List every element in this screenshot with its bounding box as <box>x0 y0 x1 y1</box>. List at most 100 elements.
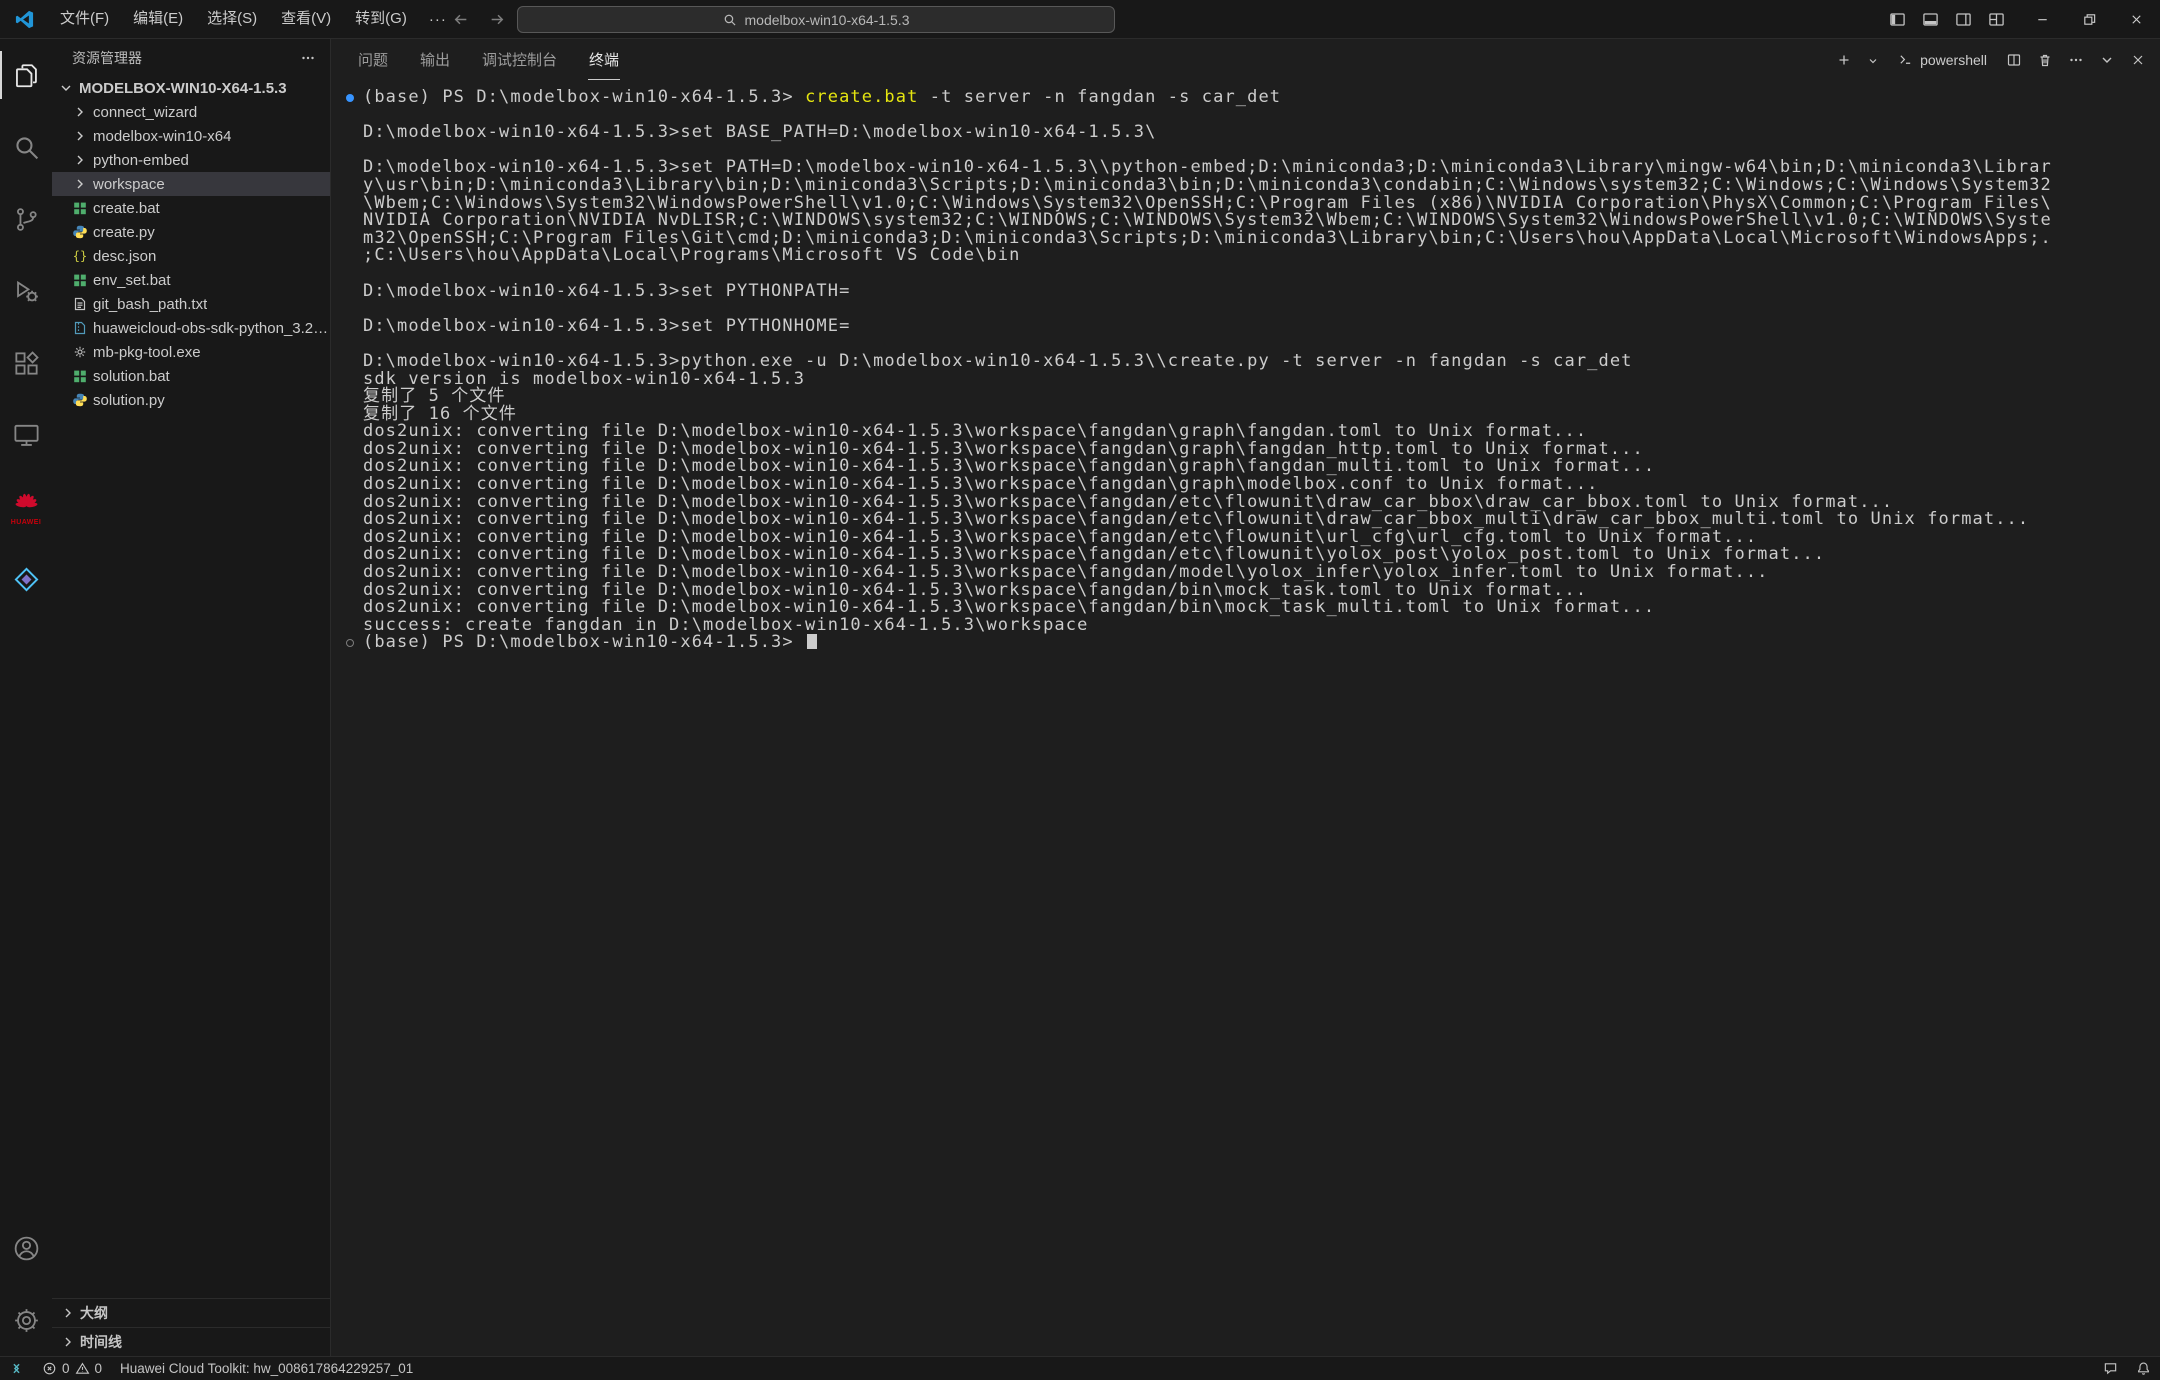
terminal-line: D:\modelbox-win10-x64-1.5.3>set BASE_PAT… <box>339 124 2148 142</box>
tree-item-modelbox-win10-x64[interactable]: modelbox-win10-x64 <box>52 124 330 148</box>
menu-go[interactable]: 转到(G) <box>343 5 419 33</box>
file-json-icon: {} <box>72 248 88 264</box>
sidebar-section-label: 时间线 <box>80 1332 122 1352</box>
activitybar-files[interactable] <box>0 39 52 111</box>
workbench: HUAWEI 资源管理器 MODELBOX-WIN10-X64-1.5.3con… <box>0 39 2160 1356</box>
tree-item-mb-pkg-tool-exe[interactable]: mb-pkg-tool.exe <box>52 340 330 364</box>
terminal-profile-dropdown-icon[interactable] <box>1867 54 1879 66</box>
new-terminal-icon[interactable] <box>1836 52 1852 68</box>
command-center-search[interactable]: modelbox-win10-x64-1.5.3 <box>517 6 1115 33</box>
activitybar-remote-explorer[interactable] <box>0 399 52 471</box>
tree-item-create-bat[interactable]: create.bat <box>52 196 330 220</box>
menu-view[interactable]: 查看(V) <box>269 5 343 33</box>
tree-item-workspace[interactable]: workspace <box>52 172 330 196</box>
menu-file[interactable]: 文件(F) <box>48 5 121 33</box>
tree-item-env-set-bat[interactable]: env_set.bat <box>52 268 330 292</box>
activitybar-account[interactable] <box>0 1212 52 1284</box>
toggle-primary-sidebar-icon[interactable] <box>1889 11 1906 28</box>
close-panel-icon[interactable] <box>2130 52 2146 68</box>
chevron-right-icon <box>60 1305 76 1321</box>
split-terminal-icon[interactable] <box>2006 52 2022 68</box>
tree-item-desc-json[interactable]: {}desc.json <box>52 244 330 268</box>
tree-item-connect-wizard[interactable]: connect_wizard <box>52 100 330 124</box>
sidebar-section-timeline[interactable]: 时间线 <box>52 1327 330 1356</box>
tree-item-label: create.bat <box>93 200 160 217</box>
tree-item-huaweicloud-obs-sdk-python-3-22-2[interactable]: huaweicloud-obs-sdk-python_3.22.2... <box>52 316 330 340</box>
extensions-icon <box>12 349 41 378</box>
file-tree: MODELBOX-WIN10-X64-1.5.3connect_wizardmo… <box>52 76 330 412</box>
terminal-line: D:\modelbox-win10-x64-1.5.3>set PYTHONHO… <box>339 318 2148 336</box>
terminal-tab-powershell[interactable]: powershell <box>1894 52 1991 68</box>
panel-header: 问题输出调试控制台终端 powershell <box>331 39 2160 80</box>
sidebar-bottom-sections: 大纲时间线 <box>52 1298 330 1356</box>
remote-indicator[interactable] <box>0 1357 33 1380</box>
tree-root[interactable]: MODELBOX-WIN10-X64-1.5.3 <box>52 76 330 100</box>
tree-item-create-py[interactable]: create.py <box>52 220 330 244</box>
panel-tabs: 问题输出调试控制台终端 <box>357 39 620 80</box>
tree-item-label: solution.bat <box>93 368 170 385</box>
sidebar-title: 资源管理器 <box>72 48 142 68</box>
tree-item-label: python-embed <box>93 152 189 169</box>
toggle-panel-icon[interactable] <box>1922 11 1939 28</box>
command-decoration-filled[interactable] <box>346 94 354 102</box>
warning-count: 0 <box>95 1361 103 1376</box>
tree-item-git-bash-path-txt[interactable]: git_bash_path.txt <box>52 292 330 316</box>
feedback-status[interactable] <box>2094 1357 2127 1380</box>
tree-item-label: git_bash_path.txt <box>93 296 207 313</box>
settings-gear-icon <box>12 1306 41 1335</box>
command-center-text: modelbox-win10-x64-1.5.3 <box>745 12 910 28</box>
minimize-button[interactable] <box>2019 0 2066 39</box>
activitybar-source-control[interactable] <box>0 183 52 255</box>
sidebar-header: 资源管理器 <box>52 39 330 76</box>
terminal-line: sdk version is modelbox-win10-x64-1.5.3 <box>339 371 2148 389</box>
history-navigation <box>452 0 506 39</box>
error-count: 0 <box>62 1361 70 1376</box>
feedback-icon <box>2103 1361 2118 1376</box>
activitybar-huawei-cloud-toolkit[interactable] <box>0 543 52 615</box>
run-debug-icon <box>12 277 41 306</box>
terminal-text: D:\modelbox-win10-x64-1.5.3>set BASE_PAT… <box>363 122 1156 142</box>
file-txt-icon <box>72 296 88 312</box>
tree-item-solution-bat[interactable]: solution.bat <box>52 364 330 388</box>
panel-more-actions-icon[interactable] <box>2068 52 2084 68</box>
tree-item-solution-py[interactable]: solution.py <box>52 388 330 412</box>
menu-edit[interactable]: 编辑(E) <box>121 5 195 33</box>
menu-bar: 文件(F)编辑(E)选择(S)查看(V)转到(G) <box>48 0 419 38</box>
customize-layout-icon[interactable] <box>1988 11 2005 28</box>
vscode-window: 文件(F)编辑(E)选择(S)查看(V)转到(G) ··· modelbox-w… <box>0 0 2160 1380</box>
activitybar-run-debug[interactable] <box>0 255 52 327</box>
activitybar-search[interactable] <box>0 111 52 183</box>
toggle-secondary-sidebar-icon[interactable] <box>1955 11 1972 28</box>
files-icon <box>12 61 41 90</box>
panel-tab-problems[interactable]: 问题 <box>357 39 389 80</box>
panel-tab-terminal[interactable]: 终端 <box>588 39 620 80</box>
tree-item-label: env_set.bat <box>93 272 171 289</box>
explorer-actions-icon[interactable] <box>300 50 316 66</box>
activitybar-settings-gear[interactable] <box>0 1284 52 1356</box>
terminal-cursor <box>807 634 817 649</box>
activitybar-extensions[interactable] <box>0 327 52 399</box>
menu-selection[interactable]: 选择(S) <box>195 5 269 33</box>
panel-tab-debug-console[interactable]: 调试控制台 <box>481 39 558 80</box>
activitybar-huawei[interactable]: HUAWEI <box>0 471 52 543</box>
terminal-command-text: create.bat <box>805 87 918 107</box>
terminal-output[interactable]: (base) PS D:\modelbox-win10-x64-1.5.3> c… <box>331 80 2160 1356</box>
huawei-toolkit-status[interactable]: Huawei Cloud Toolkit: hw_008617864229257… <box>111 1357 422 1380</box>
forward-icon[interactable] <box>489 11 506 28</box>
terminal-text: -t server -n fangdan -s car_det <box>918 87 1281 107</box>
back-icon[interactable] <box>452 11 469 28</box>
sidebar-section-label: 大纲 <box>80 1303 108 1323</box>
panel-tab-output[interactable]: 输出 <box>419 39 451 80</box>
tree-item-python-embed[interactable]: python-embed <box>52 148 330 172</box>
problems-status[interactable]: 0 0 <box>33 1357 111 1380</box>
chevron-right-icon <box>60 1334 76 1350</box>
command-decoration-open[interactable] <box>346 639 354 647</box>
restore-button[interactable] <box>2066 0 2113 39</box>
panel-size-chevron-icon[interactable] <box>2099 52 2115 68</box>
chevron-right-icon <box>72 152 88 168</box>
kill-terminal-icon[interactable] <box>2037 52 2053 68</box>
sidebar-section-outline[interactable]: 大纲 <box>52 1298 330 1327</box>
close-button[interactable] <box>2113 0 2160 39</box>
notifications-status[interactable] <box>2127 1357 2160 1380</box>
chevron-right-icon <box>72 176 88 192</box>
